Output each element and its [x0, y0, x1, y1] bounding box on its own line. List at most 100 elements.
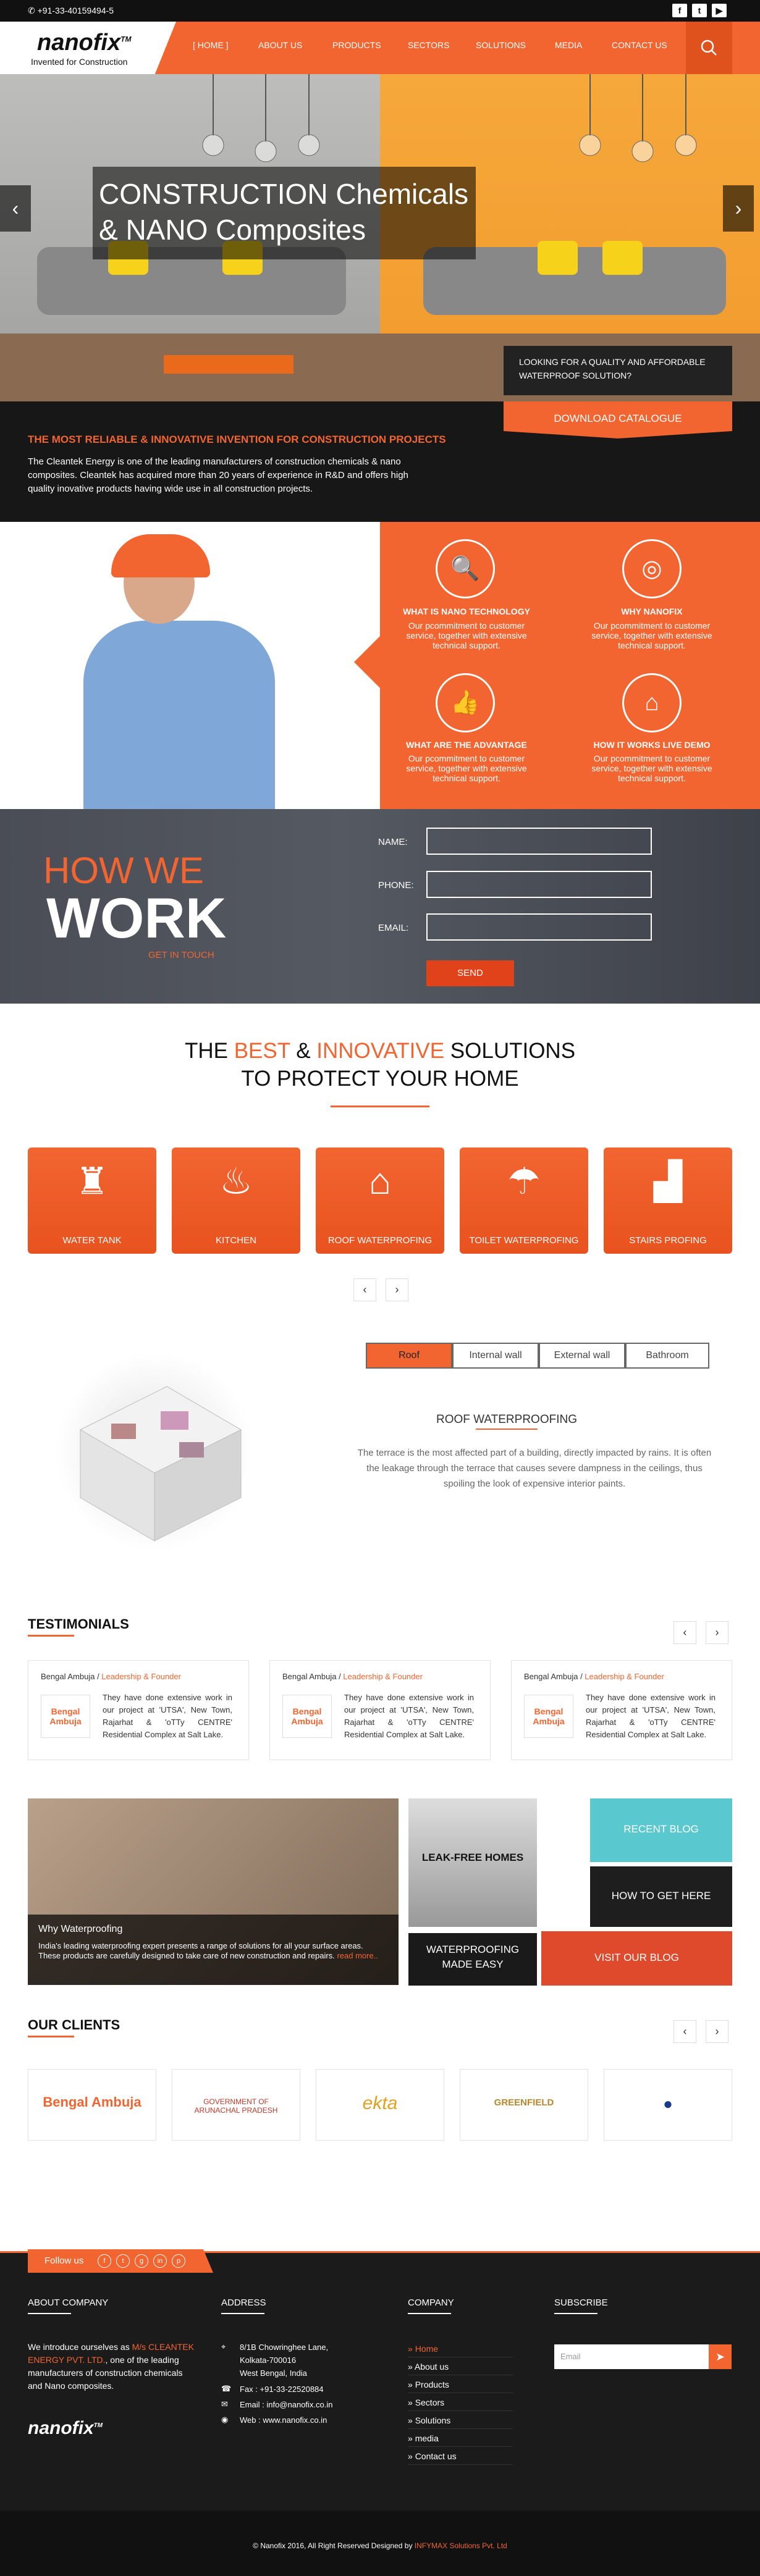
- solution-tile[interactable]: ☂ TOILET WATERPROFING: [460, 1147, 588, 1254]
- feature-title[interactable]: HOW IT WORKS LIVE DEMO: [562, 740, 741, 750]
- linkedin-icon[interactable]: in: [153, 2254, 167, 2268]
- client-name: Bengal Ambuja /: [524, 1672, 585, 1681]
- read-more-link[interactable]: read more..: [337, 1951, 378, 1960]
- solutions-subheading: TO PROTECT YOUR HOME: [241, 1067, 519, 1091]
- about-text: We introduce ourselves as M/s CLEANTEK E…: [28, 2341, 195, 2393]
- youtube-icon[interactable]: ▶: [712, 4, 727, 17]
- solution-tile[interactable]: ⌂ ROOF WATERPROFING: [316, 1147, 444, 1254]
- nav-about[interactable]: ABOUT US: [258, 40, 302, 50]
- hero-title-line2: & NANO Composites: [99, 214, 366, 246]
- email[interactable]: Email : info@nanofix.co.in: [240, 2399, 333, 2410]
- water-tank-icon: ♜: [75, 1160, 109, 1202]
- visit-blog-tile[interactable]: VISIT OUR BLOG: [541, 1931, 732, 1986]
- testimonials-prev-button[interactable]: ‹: [673, 1621, 696, 1644]
- solutions-next-button[interactable]: ›: [386, 1278, 408, 1301]
- client-logo[interactable]: GREENFIELD: [460, 2069, 588, 2141]
- feature-title[interactable]: WHAT ARE THE ADVANTAGE: [377, 740, 556, 750]
- footer-link-home[interactable]: » Home: [408, 2341, 513, 2357]
- subscribe-button[interactable]: ➤: [709, 2344, 732, 2369]
- hero-prev-button[interactable]: ‹: [0, 185, 31, 232]
- client-logo-text: GREENFIELD: [494, 2097, 554, 2108]
- designer-link[interactable]: INFYMAX Solutions Pvt. Ltd: [415, 2541, 507, 2550]
- footer-link-sectors[interactable]: » Sectors: [408, 2394, 513, 2411]
- search-button[interactable]: [686, 22, 732, 74]
- footer-logo[interactable]: nanofixTM: [28, 2418, 103, 2439]
- location-icon: ⌖: [221, 2342, 226, 2351]
- footer-link-solutions[interactable]: » Solutions: [408, 2412, 513, 2429]
- tile-label: STAIRS PROFING: [629, 1235, 707, 1246]
- website[interactable]: Web : www.nanofix.co.in: [240, 2415, 327, 2425]
- footer-link-about[interactable]: » About us: [408, 2359, 513, 2375]
- client-logo: Bengal Ambuja: [41, 1695, 90, 1738]
- email-input[interactable]: [426, 913, 652, 941]
- tab-internal-wall[interactable]: Internal wall: [452, 1343, 539, 1369]
- divider: [28, 2313, 71, 2314]
- footer-link-media[interactable]: » media: [408, 2430, 513, 2447]
- subscribe-email-input[interactable]: Email: [554, 2344, 715, 2369]
- hero-next-button[interactable]: ›: [723, 185, 754, 232]
- feature-title[interactable]: WHY NANOFIX: [562, 606, 741, 616]
- nav-media[interactable]: MEDIA: [555, 40, 582, 50]
- hand-house-icon[interactable]: ⌂: [622, 673, 682, 732]
- facebook-icon[interactable]: f: [672, 4, 687, 17]
- logo[interactable]: nanofixTM: [37, 30, 131, 56]
- phone-number: ✆ +91-33-40159494-5: [28, 6, 114, 15]
- facebook-icon[interactable]: f: [98, 2254, 111, 2268]
- twitter-icon[interactable]: t: [692, 4, 707, 17]
- footer-link-contact[interactable]: » Contact us: [408, 2448, 513, 2465]
- client-logo[interactable]: ●: [604, 2069, 732, 2141]
- twitter-icon[interactable]: t: [116, 2254, 130, 2268]
- roof-title: ROOF WATERPROOFING: [436, 1413, 577, 1426]
- address-line1: 8/1B Chowringhee Lane,: [240, 2343, 329, 2352]
- work-heading: WORK: [46, 887, 227, 950]
- testimonials-next-button[interactable]: ›: [706, 1621, 728, 1644]
- nav-contact[interactable]: CONTACT US: [612, 40, 667, 50]
- client-logo[interactable]: Bengal Ambuja: [28, 2069, 156, 2141]
- client-logo: Bengal Ambuja: [524, 1695, 573, 1738]
- clients-prev-button[interactable]: ‹: [673, 2020, 696, 2043]
- clients-next-button[interactable]: ›: [706, 2020, 728, 2043]
- phone-input[interactable]: [426, 871, 652, 898]
- thumbs-up-icon[interactable]: 👍: [436, 673, 495, 732]
- chevron-right-icon: ›: [735, 197, 742, 219]
- download-catalogue-button[interactable]: DOWNLOAD CATALOGUE: [504, 401, 732, 438]
- tile-label: KITCHEN: [216, 1235, 256, 1246]
- shower-icon: ☂: [507, 1160, 541, 1202]
- clients-title: OUR CLIENTS: [28, 2017, 120, 2033]
- footer-logo-text: nanofix: [28, 2418, 94, 2438]
- how-to-get-here-tile[interactable]: HOW TO GET HERE: [590, 1866, 732, 1927]
- phone-label: PHONE:: [378, 880, 414, 891]
- recent-blog-tile[interactable]: RECENT BLOG: [590, 1798, 732, 1862]
- intro-title: THE MOST RELIABLE & INNOVATIVE INVENTION…: [28, 434, 446, 445]
- divider: [221, 2313, 264, 2314]
- why-waterproofing-title[interactable]: Why Waterproofing: [38, 1924, 122, 1935]
- client-logo[interactable]: ekta: [316, 2069, 444, 2141]
- magnifier-icon[interactable]: 🔍: [436, 539, 495, 598]
- nav-products[interactable]: PRODUCTS: [332, 40, 381, 50]
- feature-title[interactable]: WHAT IS NANO TECHNOLOGY: [377, 606, 556, 616]
- google-plus-icon[interactable]: g: [135, 2254, 148, 2268]
- client-logo-text: ekta: [362, 2093, 398, 2113]
- how-we-heading: HOW WE: [43, 850, 204, 891]
- footer-link-products[interactable]: » Products: [408, 2377, 513, 2393]
- send-button[interactable]: SEND: [426, 960, 514, 986]
- eye-target-icon[interactable]: ◎: [622, 539, 682, 598]
- tab-roof[interactable]: Roof: [366, 1343, 452, 1369]
- solution-tile[interactable]: ♜ WATER TANK: [28, 1147, 156, 1254]
- tab-bathroom[interactable]: Bathroom: [625, 1343, 709, 1369]
- solution-tile[interactable]: ♨ KITCHEN: [172, 1147, 300, 1254]
- tab-external-wall[interactable]: External wall: [539, 1343, 625, 1369]
- solution-tile[interactable]: ▟ STAIRS PROFING: [604, 1147, 732, 1254]
- leak-free-label: LEAK-FREE HOMES: [421, 1852, 524, 1863]
- client-logo[interactable]: GOVERNMENT OF ARUNACHAL PRADESH: [172, 2069, 300, 2141]
- client-logo-text: Bengal Ambuja: [43, 2094, 141, 2110]
- nav-solutions[interactable]: SOLUTIONS: [476, 40, 526, 50]
- nav-sectors[interactable]: SECTORS: [408, 40, 449, 50]
- nav-home[interactable]: [ HOME ]: [193, 40, 229, 50]
- light-bulbs-image: [202, 74, 697, 162]
- pinterest-icon[interactable]: p: [172, 2254, 185, 2268]
- solutions-prev-button[interactable]: ‹: [353, 1278, 376, 1301]
- name-input[interactable]: [426, 828, 652, 855]
- link-text: About us: [414, 2362, 449, 2372]
- divider: [331, 1105, 429, 1107]
